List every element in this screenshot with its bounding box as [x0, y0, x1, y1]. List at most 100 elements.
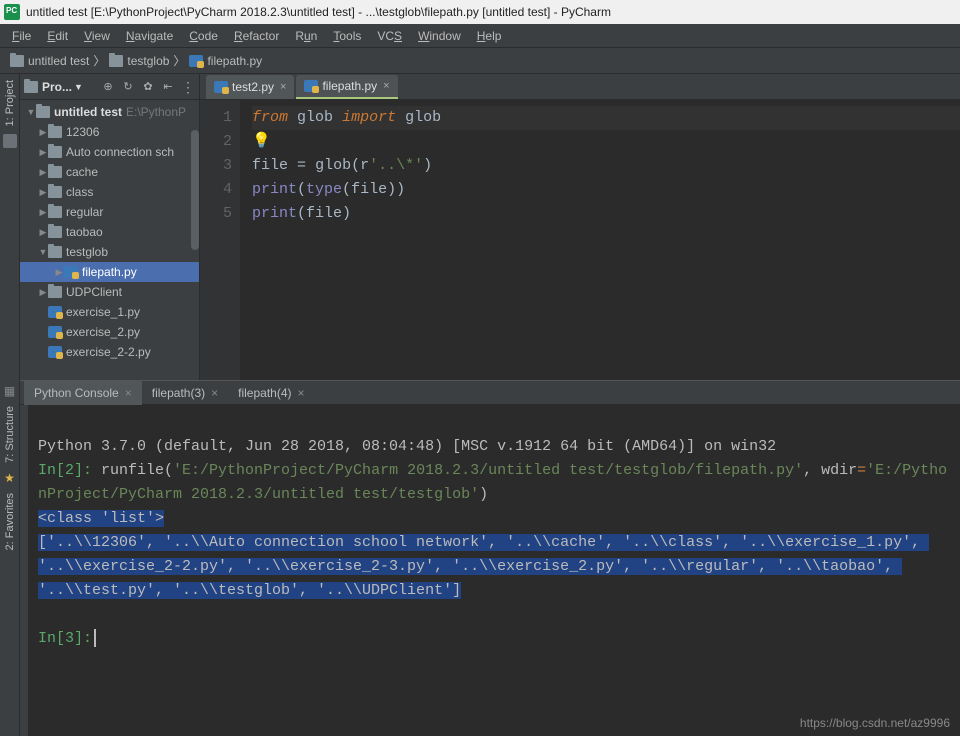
folder-icon — [36, 106, 50, 118]
rail-structure-tab[interactable]: 7: Structure — [4, 402, 16, 467]
lightbulb-icon[interactable]: 💡 — [252, 133, 271, 150]
expand-arrow-icon[interactable] — [38, 227, 48, 238]
python-file-icon — [304, 80, 318, 92]
tree-root-path: E:\PythonP — [126, 105, 186, 119]
expand-arrow-icon[interactable] — [38, 147, 48, 158]
editor-tab-label: test2.py — [232, 80, 274, 94]
console-tab-filepath4[interactable]: filepath(4) × — [228, 381, 314, 405]
line-gutter: 1 2 3 4 5 — [200, 100, 240, 380]
identifier: file — [252, 157, 288, 174]
console-tab-python[interactable]: Python Console × — [24, 381, 142, 405]
tree-root-label: untitled test — [54, 105, 122, 119]
console-text: = — [857, 462, 866, 479]
expand-arrow-icon[interactable] — [26, 107, 36, 117]
identifier: glob — [297, 109, 333, 126]
locate-icon[interactable]: ⊕ — [101, 80, 115, 94]
folder-icon — [24, 81, 38, 93]
menu-refactor[interactable]: Refactor — [226, 29, 287, 43]
menu-vcs[interactable]: VCS — [369, 29, 410, 43]
folder-icon — [48, 246, 62, 258]
menu-view[interactable]: View — [76, 29, 118, 43]
python-file-icon — [48, 346, 62, 358]
line-number: 3 — [200, 154, 232, 178]
menu-run[interactable]: Run — [287, 29, 325, 43]
expand-arrow-icon[interactable] — [38, 187, 48, 198]
tree-item-label: exercise_2.py — [66, 325, 140, 339]
menu-window[interactable]: Window — [410, 29, 469, 43]
menu-code[interactable]: Code — [181, 29, 226, 43]
code-content[interactable]: from glob import glob 💡 file = glob(r'..… — [240, 100, 960, 380]
breadcrumb-file[interactable]: filepath.py — [185, 54, 266, 68]
tree-item-label: regular — [66, 205, 103, 219]
collapse-icon[interactable]: ⇤ — [161, 80, 175, 94]
expand-arrow-icon[interactable] — [38, 247, 48, 257]
python-file-icon — [64, 266, 78, 278]
tree-item-taobao[interactable]: taobao — [20, 222, 199, 242]
more-icon[interactable]: ⋮ — [181, 80, 195, 94]
editor-tabs: test2.py × filepath.py × — [200, 74, 960, 100]
chevron-down-icon: ▼ — [74, 82, 83, 92]
tree-item-label: taobao — [66, 225, 103, 239]
console-tab-filepath3[interactable]: filepath(3) × — [142, 381, 228, 405]
console-output[interactable]: Python 3.7.0 (default, Jun 28 2018, 08:0… — [28, 405, 960, 736]
tree-item-label: 12306 — [66, 125, 99, 139]
folder-icon — [48, 146, 62, 158]
tree-item-exercise-2-py[interactable]: exercise_2.py — [20, 322, 199, 342]
tree-item-udpclient[interactable]: UDPClient — [20, 282, 199, 302]
expand-arrow-icon[interactable] — [38, 127, 48, 138]
rail-icon[interactable]: ▦ — [4, 384, 15, 398]
tree-item-filepath-py[interactable]: filepath.py — [20, 262, 199, 282]
gear-icon[interactable]: ✿ — [141, 80, 155, 94]
tree-item-12306[interactable]: 12306 — [20, 122, 199, 142]
code-editor[interactable]: 1 2 3 4 5 from glob import glob 💡 file =… — [200, 100, 960, 380]
refresh-icon[interactable]: ↻ — [121, 80, 135, 94]
expand-arrow-icon[interactable] — [38, 167, 48, 178]
rail-favorites-tab[interactable]: 2: Favorites — [4, 489, 16, 554]
project-panel-title[interactable]: Pro... ▼ — [24, 80, 83, 94]
rail-extra-icon[interactable] — [3, 134, 17, 148]
close-icon[interactable]: × — [125, 386, 132, 400]
tree-item-auto-connection-sch[interactable]: Auto connection sch — [20, 142, 199, 162]
project-panel-header: Pro... ▼ ⊕ ↻ ✿ ⇤ ⋮ — [20, 74, 199, 100]
editor-tab-test2[interactable]: test2.py × — [206, 75, 294, 99]
builtin: print — [252, 205, 297, 222]
scrollbar[interactable] — [191, 130, 199, 250]
console-tabs: Python Console × filepath(3) × filepath(… — [0, 381, 960, 405]
folder-icon — [48, 186, 62, 198]
star-icon[interactable]: ★ — [4, 471, 15, 485]
expand-arrow-icon[interactable] — [38, 287, 48, 298]
tree-item-testglob[interactable]: testglob — [20, 242, 199, 262]
breadcrumb-folder[interactable]: testglob — [105, 54, 173, 68]
tree-item-regular[interactable]: regular — [20, 202, 199, 222]
tree-item-exercise-2-2-py[interactable]: exercise_2-2.py — [20, 342, 199, 362]
string: '..\*' — [369, 157, 423, 174]
rail-project-tab[interactable]: 1: Project — [4, 80, 16, 126]
close-icon[interactable]: × — [383, 80, 389, 92]
menu-help[interactable]: Help — [469, 29, 510, 43]
identifier: file — [351, 181, 387, 198]
tree-item-exercise-1-py[interactable]: exercise_1.py — [20, 302, 199, 322]
menu-navigate[interactable]: Navigate — [118, 29, 181, 43]
menu-tools[interactable]: Tools — [325, 29, 369, 43]
menu-file[interactable]: File — [4, 29, 39, 43]
folder-icon — [48, 126, 62, 138]
editor-tab-filepath[interactable]: filepath.py × — [296, 75, 397, 99]
expand-arrow-icon[interactable] — [54, 267, 64, 278]
tree-item-label: Auto connection sch — [66, 145, 174, 159]
breadcrumb-root[interactable]: untitled test — [6, 54, 93, 68]
console-tab-label: filepath(4) — [238, 386, 291, 400]
close-icon[interactable]: × — [298, 386, 305, 400]
tree-item-class[interactable]: class — [20, 182, 199, 202]
builtin: print — [252, 181, 297, 198]
breadcrumb-folder-label: testglob — [127, 54, 169, 68]
folder-icon — [10, 55, 24, 67]
menu-edit[interactable]: Edit — [39, 29, 76, 43]
window-title-bar: untitled test [E:\PythonProject\PyCharm … — [0, 0, 960, 24]
close-icon[interactable]: × — [211, 386, 218, 400]
expand-arrow-icon[interactable] — [38, 207, 48, 218]
code-line: from glob import glob — [252, 106, 960, 130]
close-icon[interactable]: × — [280, 81, 286, 93]
tree-item-cache[interactable]: cache — [20, 162, 199, 182]
breadcrumb: untitled test 〉 testglob 〉 filepath.py — [0, 48, 960, 74]
tree-root[interactable]: untitled test E:\PythonP — [20, 102, 199, 122]
